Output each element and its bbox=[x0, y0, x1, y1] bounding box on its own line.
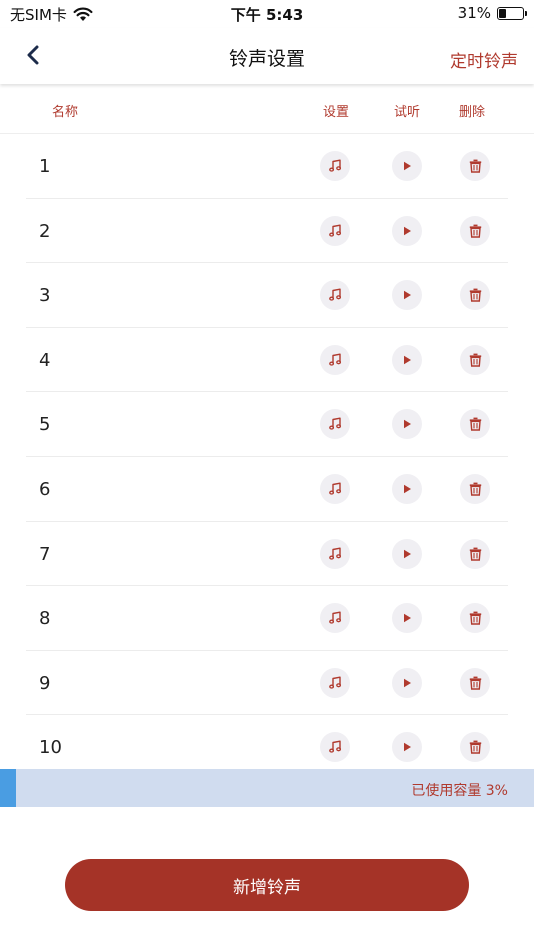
play-icon bbox=[404, 743, 411, 752]
music-note-icon bbox=[329, 159, 342, 172]
set-ringtone-button[interactable] bbox=[320, 151, 350, 181]
list-item: 2 bbox=[26, 199, 508, 264]
play-icon bbox=[404, 613, 411, 623]
list-item: 5 bbox=[26, 392, 508, 457]
add-ringtone-button[interactable]: 新增铃声 bbox=[65, 859, 469, 911]
play-icon bbox=[404, 420, 411, 429]
capacity-fill bbox=[0, 769, 17, 807]
list-item: 6 bbox=[26, 457, 508, 522]
ringtone-name: 5 bbox=[39, 414, 51, 436]
play-icon bbox=[404, 355, 411, 364]
delete-button[interactable] bbox=[460, 151, 490, 181]
music-note-icon bbox=[329, 611, 342, 624]
play-preview-button[interactable] bbox=[392, 151, 422, 181]
music-note-icon bbox=[329, 547, 342, 560]
battery-level bbox=[499, 8, 507, 18]
ringtone-name: 3 bbox=[39, 285, 51, 307]
list-item: 10 bbox=[26, 715, 508, 768]
delete-button[interactable] bbox=[460, 538, 490, 569]
column-settings: 设置 bbox=[323, 105, 350, 120]
nav-bar: 铃声设置 定时铃声 bbox=[0, 28, 534, 84]
trash-icon bbox=[469, 547, 481, 561]
play-preview-button[interactable] bbox=[392, 215, 422, 246]
ringtone-name: 8 bbox=[39, 608, 51, 630]
status-time: 下午 5:43 bbox=[230, 6, 304, 24]
music-note-icon bbox=[329, 676, 342, 689]
trash-icon bbox=[469, 611, 481, 625]
battery-icon bbox=[497, 6, 527, 20]
trash-icon bbox=[469, 482, 481, 496]
play-preview-button[interactable] bbox=[392, 344, 422, 375]
list-item: 8 bbox=[26, 586, 508, 651]
trash-icon bbox=[469, 159, 481, 173]
trash-icon bbox=[469, 224, 481, 238]
set-ringtone-button[interactable] bbox=[320, 280, 350, 311]
music-note-icon bbox=[329, 482, 342, 495]
delete-button[interactable] bbox=[460, 409, 490, 440]
column-listen: 试听 bbox=[394, 105, 421, 120]
music-note-icon bbox=[329, 740, 342, 753]
delete-button[interactable] bbox=[460, 603, 490, 634]
ringtone-name: 6 bbox=[39, 478, 51, 500]
play-preview-button[interactable] bbox=[392, 280, 422, 311]
list-item: 4 bbox=[26, 328, 508, 393]
column-name: 名称 bbox=[52, 105, 79, 120]
ringtone-name: 10 bbox=[39, 737, 62, 759]
trash-icon bbox=[469, 353, 481, 367]
set-ringtone-button[interactable] bbox=[320, 409, 350, 440]
capacity-label: 已使用容量 3% bbox=[411, 783, 508, 799]
delete-button[interactable] bbox=[460, 473, 490, 504]
ringtone-list: 1 2 3 4 5 6 7 8 9 10 bbox=[0, 134, 534, 768]
play-preview-button[interactable] bbox=[392, 473, 422, 504]
trash-icon bbox=[469, 417, 481, 432]
set-ringtone-button[interactable] bbox=[320, 603, 350, 634]
set-ringtone-button[interactable] bbox=[320, 732, 350, 763]
list-item: 7 bbox=[26, 522, 508, 587]
play-preview-button[interactable] bbox=[392, 732, 422, 763]
status-bar: 无SIM卡 下午 5:43 31% bbox=[0, 0, 534, 28]
ringtone-name: 1 bbox=[39, 156, 51, 177]
delete-button[interactable] bbox=[460, 344, 490, 375]
play-preview-button[interactable] bbox=[392, 409, 422, 440]
play-preview-button[interactable] bbox=[392, 667, 422, 698]
play-icon bbox=[404, 290, 411, 300]
status-right: 31% bbox=[457, 4, 527, 22]
delete-button[interactable] bbox=[460, 280, 490, 311]
capacity-bar: 已使用容量 3% bbox=[0, 769, 534, 807]
set-ringtone-button[interactable] bbox=[320, 538, 350, 569]
ringtone-name: 2 bbox=[39, 220, 51, 242]
list-item: 9 bbox=[26, 651, 508, 716]
delete-button[interactable] bbox=[460, 732, 490, 763]
trash-icon bbox=[469, 288, 481, 302]
delete-button[interactable] bbox=[460, 215, 490, 246]
set-ringtone-button[interactable] bbox=[320, 473, 350, 504]
play-icon bbox=[404, 161, 411, 171]
delete-button[interactable] bbox=[460, 667, 490, 698]
list-item: 1 bbox=[26, 134, 508, 199]
battery-percent: 31% bbox=[457, 4, 491, 22]
music-note-icon bbox=[329, 353, 342, 366]
set-ringtone-button[interactable] bbox=[320, 667, 350, 698]
play-icon bbox=[404, 226, 411, 235]
list-item: 3 bbox=[26, 263, 508, 328]
play-preview-button[interactable] bbox=[392, 603, 422, 634]
play-preview-button[interactable] bbox=[392, 538, 422, 569]
play-icon bbox=[404, 678, 411, 687]
column-delete: 删除 bbox=[459, 105, 486, 120]
play-icon bbox=[404, 484, 411, 494]
music-note-icon bbox=[329, 224, 342, 237]
column-header: 名称 设置 试听 删除 bbox=[0, 84, 534, 134]
set-ringtone-button[interactable] bbox=[320, 215, 350, 246]
timed-ringtone-button[interactable]: 定时铃声 bbox=[450, 47, 518, 72]
ringtone-name: 4 bbox=[39, 349, 51, 371]
trash-icon bbox=[469, 676, 481, 690]
set-ringtone-button[interactable] bbox=[320, 344, 350, 375]
trash-icon bbox=[469, 740, 481, 755]
ringtone-name: 9 bbox=[39, 672, 51, 694]
music-note-icon bbox=[329, 288, 342, 301]
play-icon bbox=[404, 549, 411, 558]
ringtone-name: 7 bbox=[39, 543, 51, 565]
music-note-icon bbox=[329, 417, 342, 431]
